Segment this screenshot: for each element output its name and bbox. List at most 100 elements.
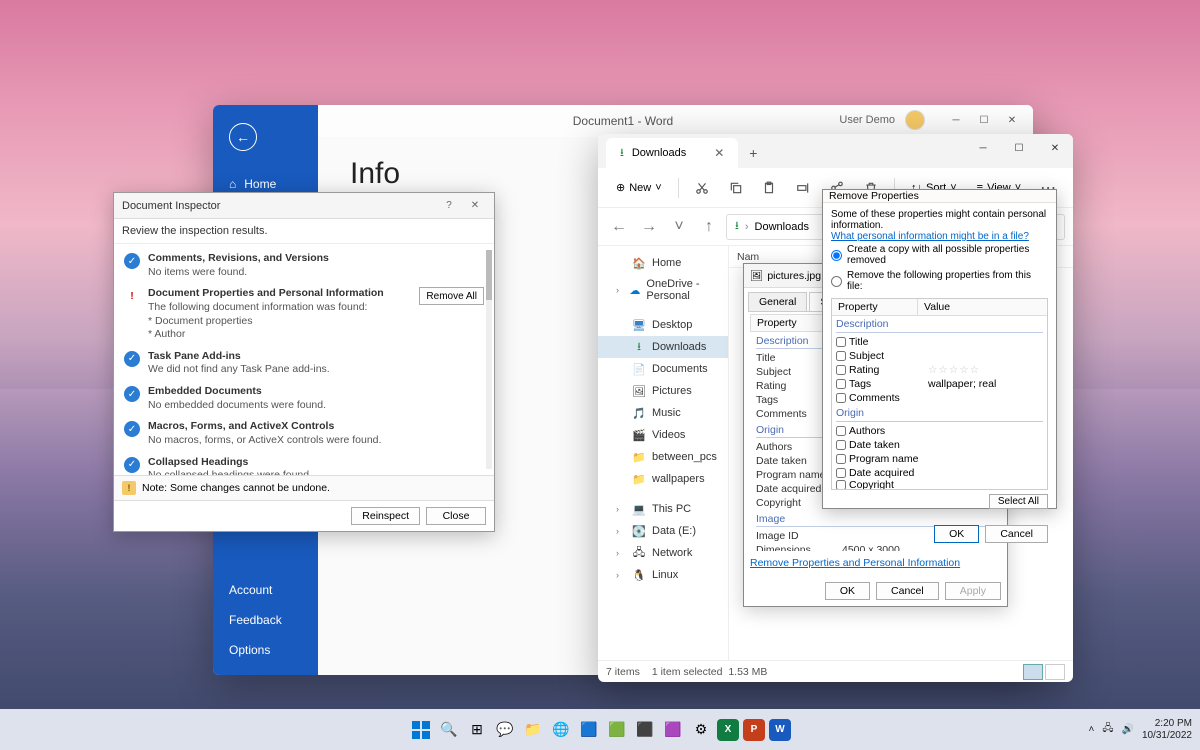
remove-all-button[interactable]: Remove All (419, 287, 484, 305)
rename-button[interactable] (788, 174, 818, 202)
sidebar-item-onedrive[interactable]: ›☁OneDrive - Personal (598, 274, 728, 306)
radio-input[interactable] (831, 276, 842, 287)
checkbox[interactable] (836, 365, 846, 375)
tab-close-button[interactable]: ✕ (714, 146, 724, 160)
remove-properties-link[interactable]: Remove Properties and Personal Informati… (744, 551, 1007, 575)
ok-button[interactable]: OK (825, 582, 870, 600)
checkbox[interactable] (836, 337, 846, 347)
sidebar-item-desktop[interactable]: 🖥Desktop (598, 314, 728, 336)
taskbar[interactable]: 🔍 ⊞ 💬 📁 🌐 🟦 🟩 ⬛ 🟪 ⚙ X P W ˄ 🖧 🔊 2:20 PM … (0, 709, 1200, 750)
app-icon[interactable]: ⚙ (689, 718, 713, 742)
list-item[interactable]: Date acquired (832, 466, 1047, 480)
cancel-button[interactable]: Cancel (985, 525, 1048, 543)
list-item[interactable]: Rating☆☆☆☆☆ (832, 363, 1047, 377)
close-button[interactable]: ✕ (999, 109, 1025, 131)
checkbox[interactable] (836, 393, 846, 403)
app-icon[interactable]: 🟪 (661, 718, 685, 742)
details-view-button[interactable] (1023, 664, 1043, 680)
tray-network-icon[interactable]: 🖧 (1102, 721, 1113, 738)
checkbox[interactable] (836, 379, 846, 389)
column-value[interactable]: Value (918, 299, 956, 315)
sidebar-item-home[interactable]: 🏠Home (598, 252, 728, 274)
checkbox[interactable] (836, 468, 846, 478)
list-item[interactable]: Program name (832, 452, 1047, 466)
nav-feedback[interactable]: Feedback (213, 605, 318, 635)
radio-input[interactable] (831, 250, 842, 261)
scrollbar[interactable] (486, 250, 492, 469)
checkbox[interactable] (836, 426, 846, 436)
recent-button[interactable]: ˅ (666, 214, 692, 240)
radio-create-copy[interactable]: Create a copy with all possible properti… (831, 242, 1048, 268)
excel-icon[interactable]: X (717, 719, 739, 741)
list-item[interactable]: Subject (832, 349, 1047, 363)
checkbox[interactable] (836, 454, 846, 464)
column-property[interactable]: Property (832, 299, 918, 315)
radio-remove-selected[interactable]: Remove the following properties from thi… (831, 268, 1048, 294)
cut-button[interactable] (687, 174, 717, 202)
checkbox[interactable] (836, 480, 846, 489)
powerpoint-icon[interactable]: P (743, 719, 765, 741)
reinspect-button[interactable]: Reinspect (351, 507, 420, 525)
list-item[interactable]: Copyright (832, 480, 1047, 489)
sidebar-item-downloads[interactable]: ⭳Downloads (598, 336, 728, 358)
maximize-button[interactable]: ☐ (1001, 134, 1037, 162)
app-icon[interactable]: 🟩 (605, 718, 629, 742)
new-button[interactable]: ⊕ New ˅ (608, 177, 670, 198)
maximize-button[interactable]: ☐ (971, 109, 997, 131)
list-item[interactable]: Authors (832, 424, 1047, 438)
sidebar-item-videos[interactable]: 🎬Videos (598, 424, 728, 446)
copy-button[interactable] (721, 174, 751, 202)
close-button[interactable]: ✕ (1037, 134, 1073, 162)
dialog-titlebar[interactable]: Remove Properties (823, 190, 1056, 203)
list-item[interactable]: Comments (832, 391, 1047, 405)
sidebar-item-linux[interactable]: ›🐧Linux (598, 564, 728, 586)
avatar[interactable] (905, 110, 925, 130)
sidebar-item-network[interactable]: ›🖧Network (598, 542, 728, 564)
forward-button[interactable]: → (636, 214, 662, 240)
nav-account[interactable]: Account (213, 575, 318, 605)
back-button[interactable]: ← (606, 214, 632, 240)
info-link[interactable]: What personal information might be in a … (831, 231, 1048, 242)
explorer-icon[interactable]: 📁 (521, 718, 545, 742)
paste-button[interactable] (754, 174, 784, 202)
cancel-button[interactable]: Cancel (876, 582, 939, 600)
sidebar-item-pictures[interactable]: 🖼Pictures (598, 380, 728, 402)
system-tray[interactable]: ˄ 🖧 🔊 2:20 PM 10/31/2022 (1088, 718, 1192, 742)
back-button[interactable] (229, 123, 257, 151)
task-view-icon[interactable]: ⊞ (465, 718, 489, 742)
checkbox[interactable] (836, 351, 846, 361)
ok-button[interactable]: OK (934, 525, 979, 543)
sidebar-item-folder[interactable]: 📁between_pcs (598, 446, 728, 468)
up-button[interactable]: ↑ (696, 214, 722, 240)
checkbox[interactable] (836, 440, 846, 450)
edge-icon[interactable]: 🌐 (549, 718, 573, 742)
minimize-button[interactable]: ─ (943, 109, 969, 131)
sidebar-item-drive[interactable]: ›💽Data (E:) (598, 520, 728, 542)
tab-downloads[interactable]: ⭳ Downloads ✕ (606, 138, 738, 168)
list-item[interactable]: Title (832, 335, 1047, 349)
chat-icon[interactable]: 💬 (493, 718, 517, 742)
app-icon[interactable]: 🟦 (577, 718, 601, 742)
close-button[interactable]: Close (426, 507, 486, 525)
word-icon[interactable]: W (769, 719, 791, 741)
sidebar-item-this-pc[interactable]: ›💻This PC (598, 498, 728, 520)
tab-general[interactable]: General (748, 292, 807, 311)
sidebar-item-folder[interactable]: 📁wallpapers (598, 468, 728, 490)
clock[interactable]: 2:20 PM 10/31/2022 (1142, 718, 1192, 742)
new-tab-button[interactable]: + (738, 138, 768, 168)
word-titlebar[interactable]: Document1 - Word User Demo ─ ☐ ✕ (213, 105, 1033, 137)
scrollbar-thumb[interactable] (486, 250, 492, 300)
dialog-titlebar[interactable]: Document Inspector ? ✕ (114, 193, 494, 219)
select-all-button[interactable]: Select All (989, 494, 1048, 509)
help-button[interactable]: ? (438, 197, 460, 215)
start-button[interactable] (409, 718, 433, 742)
list-item[interactable]: Tagswallpaper; real (832, 377, 1047, 391)
search-icon[interactable]: 🔍 (437, 718, 461, 742)
close-button[interactable]: ✕ (464, 197, 486, 215)
terminal-icon[interactable]: ⬛ (633, 718, 657, 742)
apply-button[interactable]: Apply (945, 582, 1001, 600)
list-item[interactable]: Date taken (832, 438, 1047, 452)
sidebar-item-documents[interactable]: 📄Documents (598, 358, 728, 380)
minimize-button[interactable]: ─ (965, 134, 1001, 162)
thumbnails-view-button[interactable] (1045, 664, 1065, 680)
